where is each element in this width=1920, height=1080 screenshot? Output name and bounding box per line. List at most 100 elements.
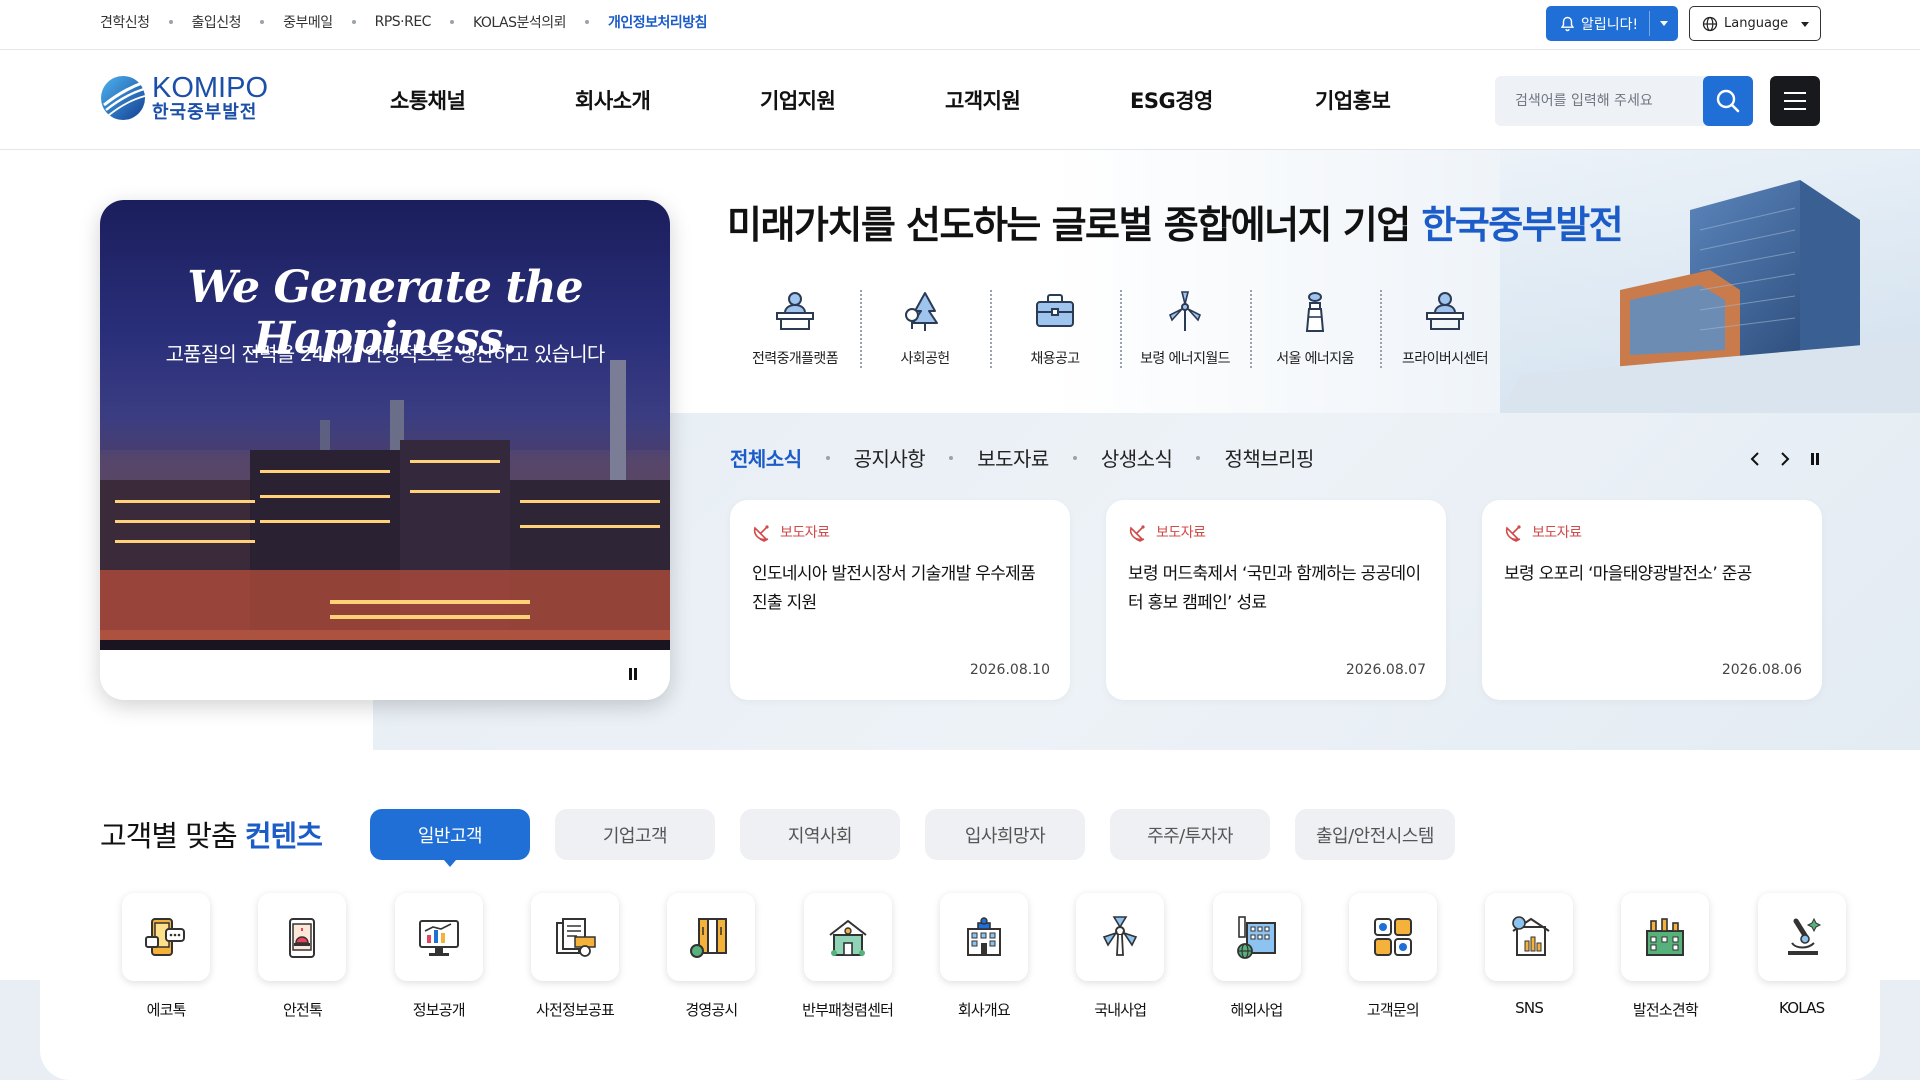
content-item-anti-corruption-center[interactable]: 반부패청렴센터	[779, 893, 915, 1020]
menu-button[interactable]	[1770, 76, 1820, 126]
tab-all-news[interactable]: 전체소식	[730, 443, 802, 472]
trees-icon	[902, 288, 948, 334]
customer-type-tabs: 일반고객 기업고객 지역사회 입사희망자 주주/투자자 출입/안전시스템	[370, 809, 1480, 867]
divider-dot	[1196, 455, 1201, 460]
news-card[interactable]: 보도자료 보령 머드축제서 ‘국민과 함께하는 공공데이터 홍보 캠페인’ 성료…	[1106, 500, 1446, 700]
content-item-label: 경영공시	[685, 1001, 738, 1019]
content-item-label: KOLAS	[1779, 999, 1825, 1017]
search-button[interactable]	[1703, 76, 1753, 126]
custom-contents-title: 고객별 맞춤 컨텐츠	[100, 813, 323, 855]
content-item-plant-tour[interactable]: 발전소견학	[1597, 893, 1733, 1020]
content-item-label: 회사개요	[957, 1001, 1011, 1019]
satellite-dish-icon	[1128, 522, 1148, 542]
search-input[interactable]	[1495, 76, 1695, 126]
komipo-logo-icon	[101, 76, 146, 120]
tab-policy-briefing[interactable]: 정책브리핑	[1224, 443, 1314, 472]
tab-press-release[interactable]: 보도자료	[977, 443, 1049, 472]
tab-coexistence[interactable]: 상생소식	[1101, 443, 1173, 472]
nav-item-business-support[interactable]: 기업지원	[760, 85, 945, 115]
bell-icon	[1560, 16, 1575, 32]
divider-dot	[168, 20, 173, 24]
news-card[interactable]: 보도자료 인도네시아 발전시장서 기술개발 우수제품 진출 지원 2026.08…	[730, 500, 1070, 700]
nav-item-about[interactable]: 회사소개	[575, 85, 760, 115]
content-item-info-disclosure[interactable]: 정보공개	[371, 893, 507, 1020]
satellite-dish-icon	[1504, 522, 1524, 542]
logo[interactable]: KOMIPO 한국중부발전	[100, 74, 268, 122]
language-label: Language	[1724, 16, 1789, 31]
utility-link-tour[interactable]: 견학신청	[100, 12, 150, 32]
content-item-pre-disclosure[interactable]: 사전정보공표	[507, 893, 643, 1020]
news-date: 2026.08.06	[1721, 662, 1802, 678]
chevron-down-icon[interactable]	[1660, 21, 1668, 26]
turbine-icon	[1076, 893, 1165, 981]
alert-label: 알립니다!	[1581, 16, 1639, 33]
content-item-label: 에코톡	[146, 1001, 187, 1019]
content-item-eco-talk[interactable]: 에코톡	[98, 893, 234, 1020]
quick-link-social-contribution[interactable]: 사회공헌	[860, 288, 990, 368]
content-item-company-overview[interactable]: 회사개요	[916, 893, 1052, 1020]
quick-links: 전력중개플랫폼 사회공헌 채용공고 보령 에너지월드 서울 에너지움 프라이버시…	[730, 288, 1510, 368]
utility-link-rps-rec[interactable]: RPS·REC	[375, 14, 432, 30]
tab-business-customer[interactable]: 기업고객	[555, 809, 715, 860]
chevron-right-icon[interactable]	[1775, 449, 1795, 469]
chevron-down-icon	[1801, 22, 1809, 27]
nav-item-pr[interactable]: 기업홍보	[1315, 85, 1500, 115]
news-date: 2026.08.07	[1345, 662, 1426, 678]
utility-link-kolas[interactable]: KOLAS분석의뢰	[473, 12, 567, 32]
nav-item-communication[interactable]: 소통채널	[390, 85, 575, 115]
content-item-customer-inquiry[interactable]: 고객문의	[1325, 893, 1461, 1020]
slide-subtitle: 고품질의 전력을 24시간 안정적으로 생산하고 있습니다	[165, 342, 606, 366]
grid-icon	[1348, 893, 1437, 981]
tab-community[interactable]: 지역사회	[740, 809, 900, 860]
content-item-label: 반부패청렴센터	[802, 1001, 894, 1019]
utility-link-privacy[interactable]: 개인정보처리방침	[608, 12, 708, 32]
sns-icon	[1485, 893, 1574, 981]
content-item-label: 국내사업	[1094, 1001, 1147, 1019]
utility-link-mail[interactable]: 중부메일	[283, 12, 333, 32]
tab-access-safety-system[interactable]: 출입/안전시스템	[1295, 809, 1455, 860]
nav-item-esg[interactable]: ESG경영	[1130, 85, 1315, 115]
quick-link-power-platform[interactable]: 전력중개플랫폼	[730, 288, 860, 368]
nav-item-customer-support[interactable]: 고객지원	[945, 85, 1130, 115]
quick-link-label: 전력중개플랫폼	[752, 351, 839, 367]
quick-link-privacy-center[interactable]: 프라이버시센터	[1380, 288, 1510, 368]
news-card[interactable]: 보도자료 보령 오포리 ‘마을태양광발전소’ 준공 2026.08.06	[1482, 500, 1822, 700]
quick-link-boryeong-energy-world[interactable]: 보령 에너지월드	[1120, 288, 1250, 368]
divider-dot	[1072, 455, 1077, 460]
tab-general-customer[interactable]: 일반고객	[370, 809, 530, 867]
pause-icon[interactable]	[1805, 449, 1825, 469]
podium-person-icon	[772, 288, 818, 334]
quick-link-label: 프라이버시센터	[1402, 351, 1489, 367]
safety-phone-icon	[258, 893, 347, 981]
hero-title-text: 미래가치를 선도하는 글로벌 종합에너지 기업	[727, 203, 1422, 247]
tab-job-seeker[interactable]: 입사희망자	[925, 809, 1085, 860]
content-item-kolas[interactable]: KOLAS	[1734, 893, 1870, 1020]
content-item-management-disclosure[interactable]: 경영공시	[643, 893, 779, 1020]
news-title[interactable]: 보령 오포리 ‘마을태양광발전소’ 준공	[1504, 560, 1804, 589]
content-item-overseas-business[interactable]: 해외사업	[1188, 893, 1324, 1020]
binders-icon	[667, 893, 756, 981]
news-category-label: 보도자료	[1532, 525, 1582, 541]
globe-icon	[1702, 16, 1718, 32]
quick-link-label: 사회공헌	[900, 351, 950, 367]
utility-link-access[interactable]: 출입신청	[192, 12, 242, 32]
pause-icon[interactable]	[628, 668, 638, 680]
hero-slide-card[interactable]: We Generate the Happiness. 고품질의 전력을 24시간…	[100, 200, 670, 700]
tab-investor[interactable]: 주주/투자자	[1110, 809, 1270, 860]
hero-title: 미래가치를 선도하는 글로벌 종합에너지 기업 한국중부발전	[727, 194, 1624, 249]
news-title[interactable]: 보령 머드축제서 ‘국민과 함께하는 공공데이터 홍보 캠페인’ 성료	[1128, 560, 1428, 618]
content-item-sns[interactable]: SNS	[1461, 893, 1597, 1020]
language-select[interactable]: Language	[1689, 6, 1821, 41]
quick-link-recruitment[interactable]: 채용공고	[990, 288, 1120, 368]
content-item-domestic-business[interactable]: 국내사업	[1052, 893, 1188, 1020]
news-category: 보도자료	[1128, 522, 1206, 542]
quick-link-seoul-energium[interactable]: 서울 에너지움	[1250, 288, 1380, 368]
tab-notice[interactable]: 공지사항	[854, 443, 926, 472]
monitor-chart-icon	[394, 893, 483, 981]
utility-links: 견학신청 출입신청 중부메일 RPS·REC KOLAS분석의뢰 개인정보처리방…	[100, 12, 708, 32]
tower-icon	[1292, 288, 1338, 334]
chevron-left-icon[interactable]	[1745, 449, 1765, 469]
alert-button[interactable]: 알립니다!	[1546, 6, 1678, 41]
news-title[interactable]: 인도네시아 발전시장서 기술개발 우수제품 진출 지원	[752, 560, 1052, 618]
content-item-safety-talk[interactable]: 안전톡	[234, 893, 370, 1020]
